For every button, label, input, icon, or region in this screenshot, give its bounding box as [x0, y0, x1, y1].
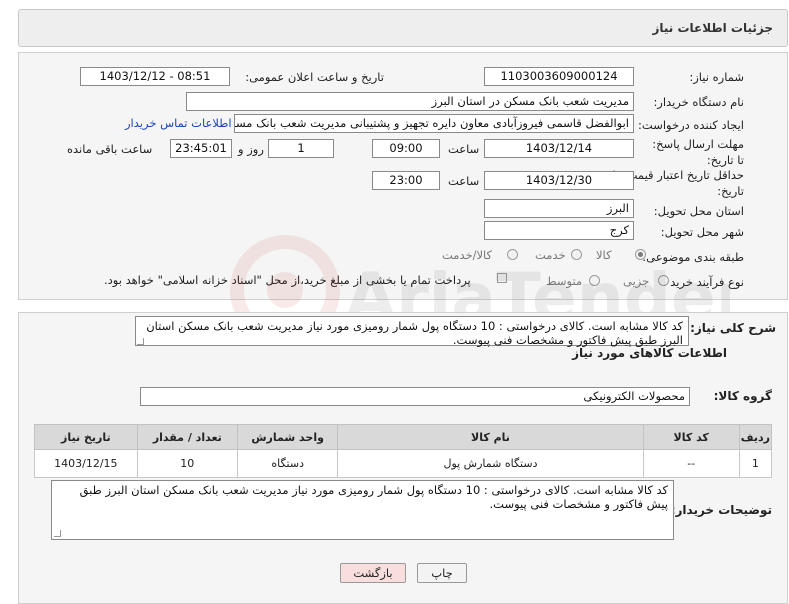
col-quantity: تعداد / مقدار: [136, 424, 238, 450]
announce-datetime-field[interactable]: 1403/12/12 - 08:51: [80, 67, 230, 86]
category-option-goods: کالا: [596, 248, 612, 262]
price-validity-date-field[interactable]: 1403/12/30: [484, 171, 634, 190]
remaining-time-field[interactable]: 23:45:01: [170, 139, 232, 158]
cell-unit: دستگاه: [236, 449, 339, 478]
back-button[interactable]: بازگشت: [340, 563, 406, 583]
buyer-notes-textarea[interactable]: کد کالا مشابه است. کالای درخواستی : 10 د…: [51, 480, 674, 540]
province-label: استان محل تحویل:: [653, 204, 744, 218]
cell-need-date: 1403/12/15: [34, 449, 138, 478]
goods-table-header: ردیف کد کالا نام کالا واحد شمارش تعداد /…: [34, 424, 773, 450]
category-option-service: خدمت: [535, 248, 566, 262]
general-description-label: شرح کلی نیاز:: [690, 321, 776, 335]
category-radio-goods[interactable]: [635, 249, 646, 260]
need-number-field[interactable]: 1103003609000124: [484, 67, 634, 86]
days-label: روز و: [238, 142, 264, 156]
days-field[interactable]: 1: [268, 139, 334, 158]
price-validity-time-label: ساعت: [448, 174, 480, 188]
print-button[interactable]: چاپ: [417, 563, 467, 583]
province-field[interactable]: البرز: [484, 199, 634, 218]
price-validity-time-field[interactable]: 23:00: [372, 171, 440, 190]
category-radio-service[interactable]: [571, 249, 582, 260]
buyer-org-field[interactable]: مدیریت شعب بانک مسکن در استان البرز: [186, 92, 634, 111]
reply-deadline-time-field[interactable]: 09:00: [372, 139, 440, 158]
remaining-label: ساعت باقی مانده: [67, 142, 153, 156]
category-option-goods-service: کالا/خدمت: [442, 248, 493, 262]
process-label: نوع فرآیند خرید :: [662, 275, 744, 289]
general-description-textarea[interactable]: کد کالا مشابه است. کالای درخواستی : 10 د…: [135, 316, 689, 347]
process-option-medium: متوسط: [546, 274, 583, 288]
process-radio-minor[interactable]: [658, 275, 669, 286]
treasury-payment-checkbox[interactable]: [497, 273, 507, 283]
page-title: جزئیات اطلاعات نیاز: [652, 21, 773, 35]
goods-group-label: گروه کالا:: [713, 389, 772, 403]
announce-datetime-label: تاریخ و ساعت اعلان عمومی:: [245, 70, 384, 84]
col-unit: واحد شمارش: [236, 424, 339, 450]
buyer-notes-label: توضیحات خریدار:: [670, 503, 772, 517]
city-label: شهر محل تحویل:: [660, 225, 744, 239]
reply-deadline-date-field[interactable]: 1403/12/14: [484, 139, 634, 158]
reply-time-label: ساعت: [448, 142, 480, 156]
process-radio-medium[interactable]: [589, 275, 600, 286]
goods-group-field[interactable]: محصولات الکترونیکی: [140, 387, 690, 406]
cell-row-number: 1: [738, 449, 773, 478]
need-number-label: شماره نیاز:: [689, 70, 744, 84]
treasury-payment-note: پرداخت تمام یا بخشی از مبلغ خرید،از محل …: [104, 273, 471, 287]
cell-quantity: 10: [136, 449, 238, 478]
buyer-contact-link[interactable]: اطلاعات تماس خریدار: [125, 116, 232, 130]
col-goods-name: نام کالا: [337, 424, 644, 450]
buyer-org-label: نام دستگاه خریدار:: [653, 95, 744, 109]
cell-goods-code: --: [642, 449, 740, 478]
creator-label: ایجاد کننده درخواست:: [638, 118, 744, 132]
cell-goods-name: دستگاه شمارش پول: [337, 449, 644, 478]
col-need-date: تاریخ نیاز: [34, 424, 138, 450]
category-radio-goods-service[interactable]: [507, 249, 518, 260]
category-label: طبقه بندی موضوعی:: [642, 250, 744, 264]
process-option-minor: جزیی: [623, 274, 650, 288]
goods-table: ردیف کد کالا نام کالا واحد شمارش تعداد /…: [34, 424, 773, 478]
city-field[interactable]: کرج: [484, 221, 634, 240]
resize-handle-icon[interactable]: [54, 530, 61, 537]
goods-info-title: اطلاعات کالاهای مورد نیاز: [572, 346, 727, 360]
reply-deadline-label: مهلت ارسال پاسخ: تا تاریخ:: [652, 137, 744, 167]
col-goods-code: کد کالا: [642, 424, 740, 450]
creator-field[interactable]: ابوالفضل قاسمی فیروزآبادی معاون دایره تج…: [234, 114, 634, 133]
page-header: جزئیات اطلاعات نیاز: [18, 9, 788, 47]
col-row-number: ردیف: [738, 424, 773, 450]
resize-handle-icon[interactable]: [137, 338, 144, 345]
table-row: 1 -- دستگاه شمارش پول دستگاه 10 1403/12/…: [34, 449, 773, 478]
